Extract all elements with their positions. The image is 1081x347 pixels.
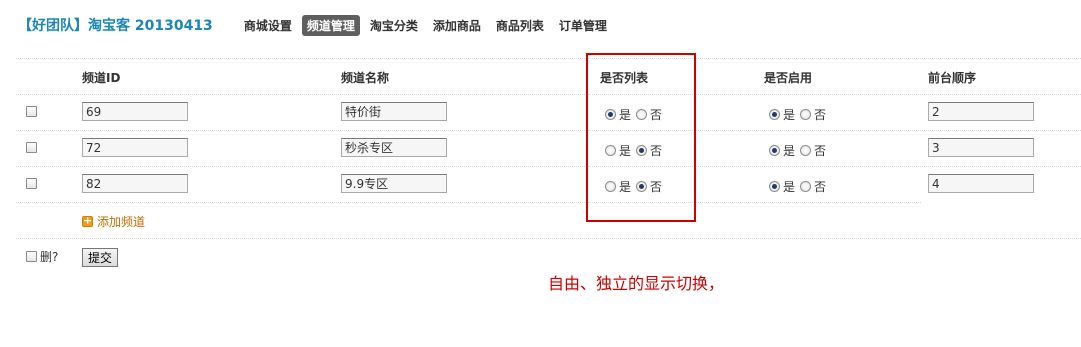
nav-order-management[interactable]: 订单管理	[554, 15, 612, 36]
enabled-radio-group: 是 否	[769, 179, 831, 194]
divider	[16, 130, 1081, 131]
add-channel-link[interactable]: + 添加频道	[82, 213, 145, 230]
submit-button[interactable]: 提交	[82, 248, 119, 267]
col-header-enabled: 是否启用	[764, 71, 813, 85]
nav-taobao-categories[interactable]: 淘宝分类	[365, 15, 423, 36]
radio-label: 是	[783, 107, 796, 122]
divider	[16, 202, 921, 203]
col-header-channel-id: 频道ID	[82, 71, 121, 85]
col-header-front-order: 前台顺序	[928, 71, 977, 85]
radio-label: 是	[783, 179, 796, 194]
enabled-no-radio[interactable]	[800, 180, 812, 192]
channel-id-input[interactable]	[82, 102, 188, 121]
top-nav: 商城设置 频道管理 淘宝分类 添加商品 商品列表 订单管理	[239, 14, 617, 36]
delete-label: 删?	[40, 250, 59, 264]
channel-name-input[interactable]	[341, 174, 447, 193]
annotation-highlight-box	[586, 53, 696, 222]
channel-name-input[interactable]	[341, 138, 447, 157]
delete-checkbox[interactable]	[26, 251, 37, 262]
add-channel-label: 添加频道	[97, 215, 146, 229]
order-input[interactable]	[928, 174, 1034, 193]
radio-label: 否	[814, 143, 827, 158]
enabled-radio-group: 是 否	[769, 107, 831, 122]
enabled-yes-radio[interactable]	[769, 180, 780, 192]
enabled-radio-group: 是 否	[769, 143, 831, 158]
order-input[interactable]	[928, 102, 1034, 121]
nav-add-product[interactable]: 添加商品	[428, 15, 486, 36]
divider	[16, 238, 1081, 239]
order-input[interactable]	[928, 138, 1034, 157]
plus-icon: +	[82, 214, 93, 227]
annotation-note: 自由、独立的显示切换，	[548, 274, 725, 293]
enabled-no-radio[interactable]	[800, 108, 812, 120]
divider	[16, 94, 1081, 95]
row-select-checkbox[interactable]	[26, 142, 37, 153]
nav-mall-settings[interactable]: 商城设置	[239, 15, 297, 36]
radio-label: 是	[783, 143, 796, 158]
brand-title: 【好团队】淘宝客 20130413	[18, 18, 213, 34]
enabled-no-radio[interactable]	[800, 144, 812, 156]
channel-id-input[interactable]	[82, 138, 188, 157]
enabled-yes-radio[interactable]	[769, 108, 780, 120]
nav-channel-management[interactable]: 频道管理	[301, 14, 360, 36]
radio-label: 否	[814, 179, 827, 194]
divider	[16, 166, 1081, 167]
divider	[16, 58, 1081, 59]
enabled-yes-radio[interactable]	[769, 144, 780, 156]
row-select-checkbox[interactable]	[26, 178, 37, 189]
col-header-channel-name: 频道名称	[341, 71, 390, 85]
nav-product-list[interactable]: 商品列表	[491, 15, 549, 36]
header: 【好团队】淘宝客 20130413 商城设置 频道管理 淘宝分类 添加商品 商品…	[18, 14, 617, 36]
channel-id-input[interactable]	[82, 174, 188, 193]
radio-label: 否	[814, 107, 827, 122]
channel-name-input[interactable]	[341, 102, 447, 121]
row-select-checkbox[interactable]	[26, 106, 37, 117]
